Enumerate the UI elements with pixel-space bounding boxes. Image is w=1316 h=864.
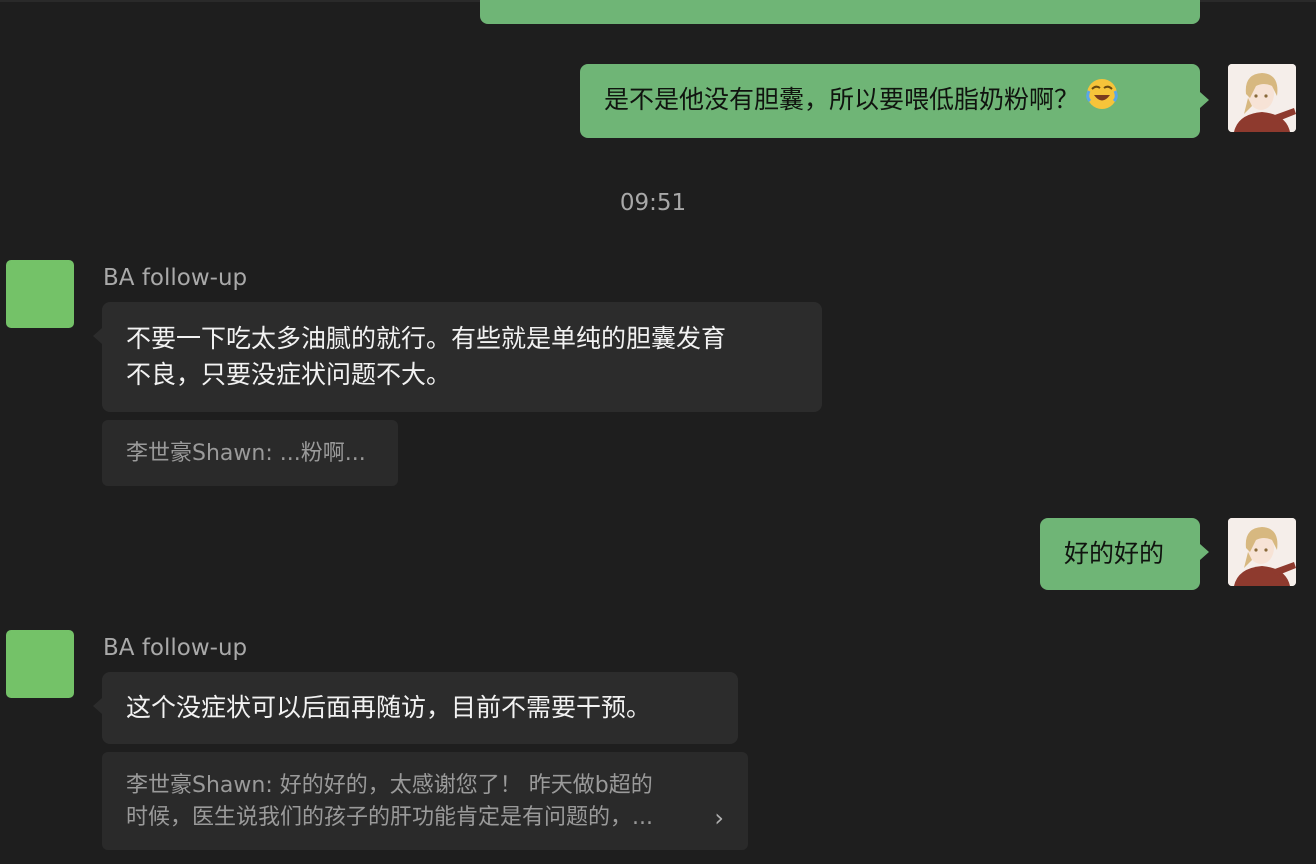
chat-window: 是不是他没有胆囊，所以要喂低脂奶粉啊？ 09:51 BA follow-up 不… [0,0,1316,864]
incoming-message-bubble[interactable]: 不要一下吃太多油腻的就行。有些就是单纯的胆囊发育 不良，只要没症状问题不大。 [102,302,822,412]
self-avatar[interactable] [1228,518,1296,586]
bubble-tail [93,328,102,344]
bubble-tail [1200,92,1209,108]
chevron-right-icon[interactable]: › [714,802,724,834]
message-timestamp: 09:51 [619,190,687,216]
outgoing-message-bubble[interactable]: 好的好的 [1040,518,1200,590]
sender-name: BA follow-up [103,265,248,291]
incoming-message-bubble[interactable]: 这个没症状可以后面再随访，目前不需要干预。 [102,672,738,744]
message-text-line: 不要一下吃太多油腻的就行。有些就是单纯的胆囊发育 [126,324,727,353]
sender-name: BA follow-up [103,635,248,661]
quoted-message[interactable]: 李世豪Shawn: ...粉啊... [102,420,398,486]
outgoing-message-bubble[interactable]: 是不是他没有胆囊，所以要喂低脂奶粉啊？ [580,64,1200,138]
message-text: 是不是他没有胆囊，所以要喂低脂奶粉啊？ [604,85,1080,114]
quoted-text-line: 时候，医生说我们的孩子的肝功能肯定是有问题的，... [126,805,653,830]
quoted-text: 李世豪Shawn: ...粉啊... [126,441,366,466]
face-with-tears-of-joy-emoji-icon [1085,76,1119,120]
quoted-message[interactable]: 李世豪Shawn: 好的好的，太感谢您了！ 昨天做b超的 时候，医生说我们的孩子… [102,752,748,850]
ba-follow-up-avatar[interactable] [6,260,74,328]
quoted-text-line: 李世豪Shawn: 好的好的，太感谢您了！ 昨天做b超的 [126,773,653,798]
message-text: 好的好的 [1064,539,1165,568]
bubble-tail [93,698,102,714]
message-text: 这个没症状可以后面再随访，目前不需要干预。 [126,693,652,722]
self-avatar[interactable] [1228,64,1296,132]
previous-message-bubble[interactable] [480,0,1200,24]
ba-follow-up-avatar[interactable] [6,630,74,698]
message-text-line: 不良，只要没症状问题不大。 [126,360,452,389]
bubble-tail [1200,544,1209,560]
